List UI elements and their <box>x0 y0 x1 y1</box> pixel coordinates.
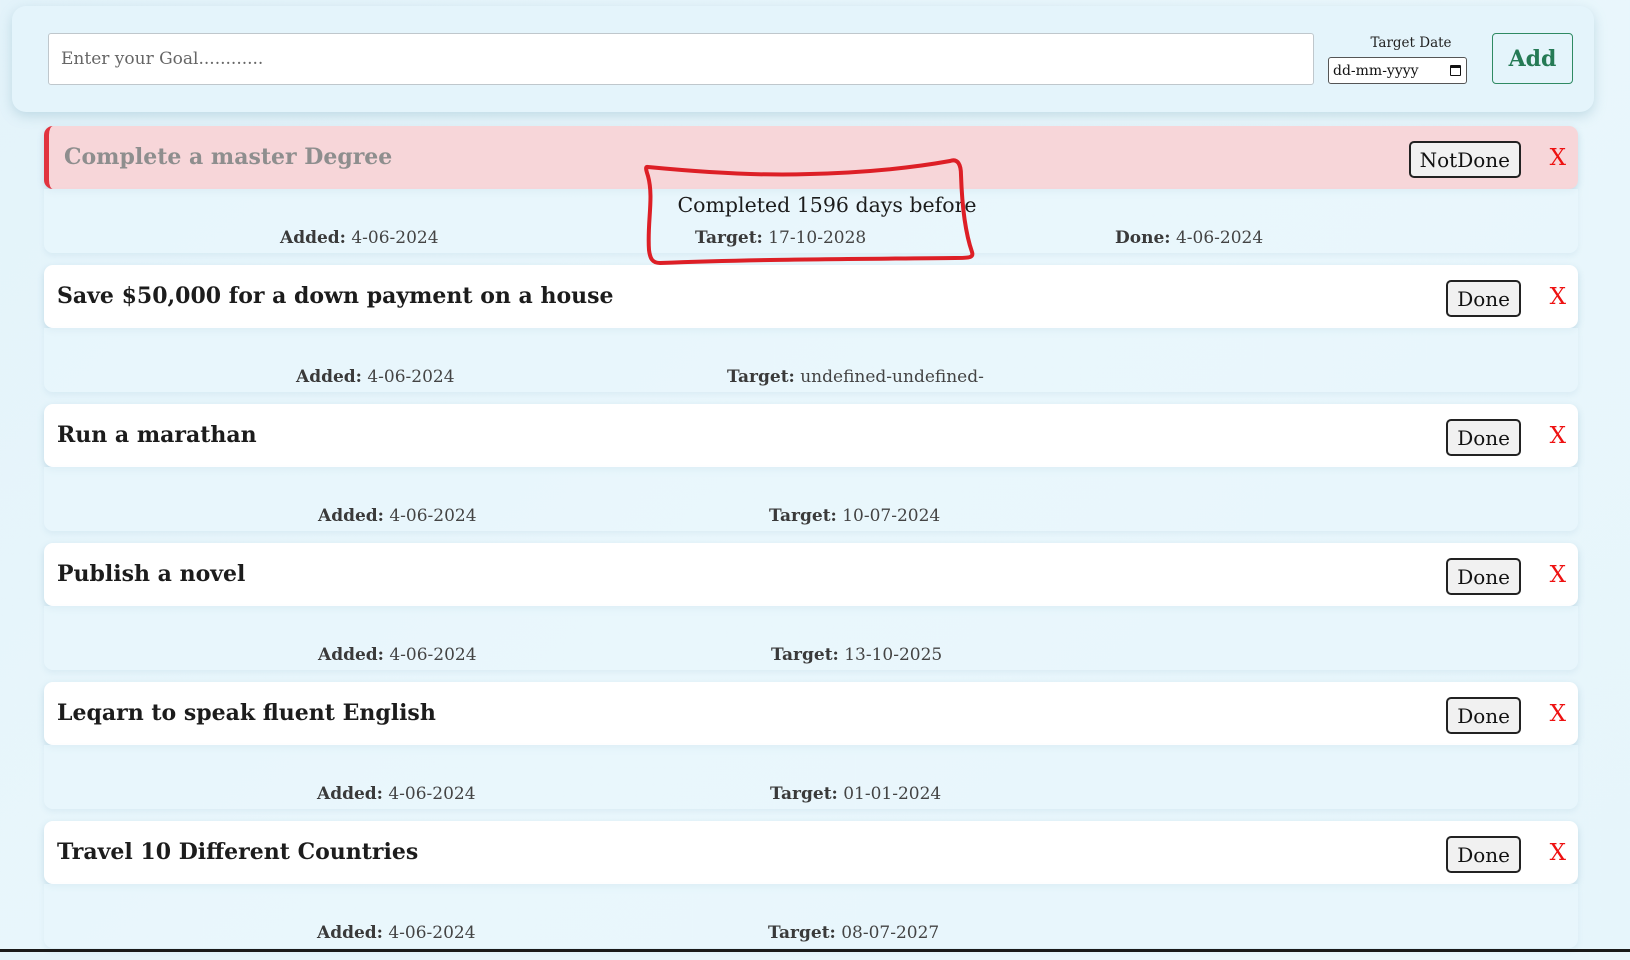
target-label: Target: <box>770 784 838 804</box>
goal-header: Run a marathan Done X <box>44 404 1578 467</box>
done-button[interactable]: Done <box>1446 280 1521 317</box>
goal-item: Publish a novel Done X Added: 4-06-2024 … <box>44 543 1578 682</box>
target-label: Target: <box>771 645 839 665</box>
added-label: Added: <box>317 784 383 804</box>
added-date: Added: 4-06-2024 <box>317 923 476 943</box>
goal-header: Publish a novel Done X <box>44 543 1578 606</box>
done-button[interactable]: Done <box>1446 419 1521 456</box>
goal-title: Save $50,000 for a down payment on a hou… <box>57 283 614 309</box>
goal-title: Travel 10 Different Countries <box>57 839 419 865</box>
added-label: Added: <box>317 923 383 943</box>
added-label: Added: <box>296 367 362 387</box>
added-value: 4-06-2024 <box>389 645 477 665</box>
target-date: Target: undefined-undefined- <box>727 367 984 387</box>
target-value: 17-10-2028 <box>768 228 867 248</box>
goal-input[interactable] <box>48 33 1314 85</box>
added-value: 4-06-2024 <box>388 784 476 804</box>
target-label: Target: <box>695 228 763 248</box>
target-date-input[interactable]: dd-mm-yyyy <box>1328 57 1467 84</box>
goal-tracker-page: { "form": { "goal_placeholder": "Enter y… <box>0 0 1630 952</box>
goal-item: Travel 10 Different Countries Done X Add… <box>44 821 1578 960</box>
target-label: Target: <box>769 506 837 526</box>
added-label: Added: <box>280 228 346 248</box>
target-value: 01-01-2024 <box>843 784 942 804</box>
goal-item: Run a marathan Done X Added: 4-06-2024 T… <box>44 404 1578 543</box>
add-goal-form: Target Date dd-mm-yyyy Add <box>12 6 1594 112</box>
added-date: Added: 4-06-2024 <box>280 228 439 248</box>
goal-details: Added: 4-06-2024 Target: 10-07-2024 <box>44 467 1578 531</box>
target-value: 10-07-2024 <box>842 506 941 526</box>
added-value: 4-06-2024 <box>367 367 455 387</box>
delete-goal-button[interactable]: X <box>1550 696 1566 733</box>
done-date: Done: 4-06-2024 <box>1115 228 1263 248</box>
goal-title: Publish a novel <box>57 561 246 587</box>
goal-title: Leqarn to speak fluent English <box>57 700 436 726</box>
added-date: Added: 4-06-2024 <box>317 784 476 804</box>
goal-list: Complete a master Degree NotDone X Compl… <box>44 126 1578 960</box>
goal-header: Complete a master Degree NotDone X <box>44 126 1578 189</box>
done-button[interactable]: Done <box>1446 836 1521 873</box>
target-value: 08-07-2027 <box>841 923 940 943</box>
goal-details: Added: 4-06-2024 Target: undefined-undef… <box>44 328 1578 392</box>
not-done-button[interactable]: NotDone <box>1408 141 1521 178</box>
done-label: Done: <box>1115 228 1171 248</box>
goal-header: Travel 10 Different Countries Done X <box>44 821 1578 884</box>
target-date: Target: 17-10-2028 <box>695 228 866 248</box>
delete-goal-button[interactable]: X <box>1550 418 1566 455</box>
added-value: 4-06-2024 <box>388 923 476 943</box>
calendar-icon[interactable] <box>1450 65 1461 76</box>
done-value: 4-06-2024 <box>1175 228 1264 248</box>
delete-goal-button[interactable]: X <box>1550 835 1566 872</box>
target-date: Target: 13-10-2025 <box>771 645 942 665</box>
goal-details: Completed 1596 days before Added: 4-06-2… <box>44 189 1578 253</box>
target-label: Target: <box>768 923 836 943</box>
goal-details: Added: 4-06-2024 Target: 01-01-2024 <box>44 745 1578 809</box>
target-date: Target: 01-01-2024 <box>770 784 941 804</box>
goal-details: Added: 4-06-2024 Target: 13-10-2025 <box>44 606 1578 670</box>
added-label: Added: <box>318 645 384 665</box>
add-goal-button[interactable]: Add <box>1492 33 1573 84</box>
goal-item: Save $50,000 for a down payment on a hou… <box>44 265 1578 404</box>
delete-goal-button[interactable]: X <box>1550 557 1566 594</box>
goal-header: Leqarn to speak fluent English Done X <box>44 682 1578 745</box>
target-date-label: Target Date <box>1370 35 1452 51</box>
done-button[interactable]: Done <box>1446 558 1521 595</box>
added-label: Added: <box>318 506 384 526</box>
added-date: Added: 4-06-2024 <box>296 367 455 387</box>
target-date: Target: 10-07-2024 <box>769 506 940 526</box>
goal-item: Leqarn to speak fluent English Done X Ad… <box>44 682 1578 821</box>
target-value: 13-10-2025 <box>844 645 943 665</box>
goal-item-done: Complete a master Degree NotDone X Compl… <box>44 126 1578 265</box>
added-value: 4-06-2024 <box>389 506 477 526</box>
added-date: Added: 4-06-2024 <box>318 645 477 665</box>
target-value: undefined-undefined- <box>800 367 984 387</box>
delete-goal-button[interactable]: X <box>1550 279 1566 316</box>
completed-note: Completed 1596 days before <box>677 193 977 217</box>
goal-title: Complete a master Degree <box>64 144 393 170</box>
goal-title: Run a marathan <box>57 422 257 448</box>
added-value: 4-06-2024 <box>351 228 439 248</box>
target-date: Target: 08-07-2027 <box>768 923 939 943</box>
goal-details: Added: 4-06-2024 Target: 08-07-2027 <box>44 884 1578 948</box>
delete-goal-button[interactable]: X <box>1550 140 1566 177</box>
done-button[interactable]: Done <box>1446 697 1521 734</box>
goal-header: Save $50,000 for a down payment on a hou… <box>44 265 1578 328</box>
date-placeholder: dd-mm-yyyy <box>1333 62 1419 79</box>
added-date: Added: 4-06-2024 <box>318 506 477 526</box>
target-label: Target: <box>727 367 795 387</box>
